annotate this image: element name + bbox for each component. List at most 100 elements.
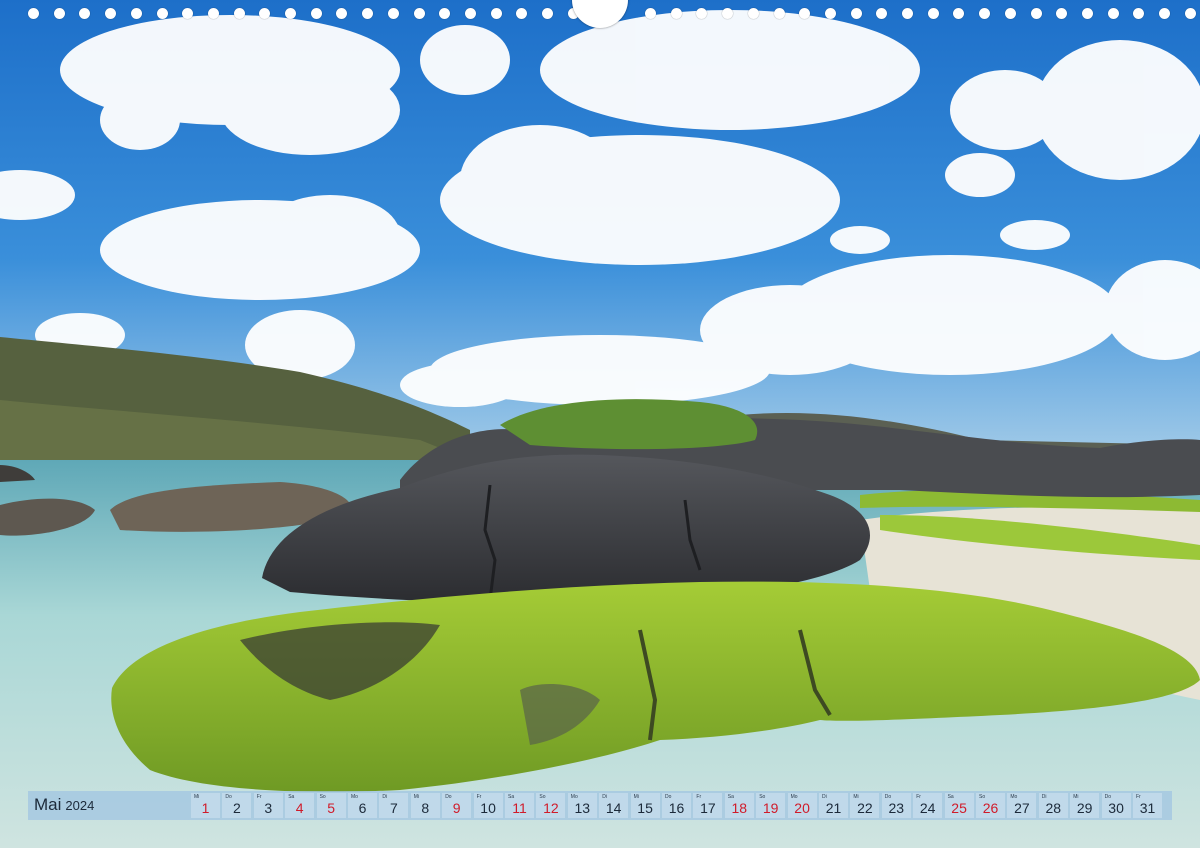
- day-number: 7: [389, 800, 398, 816]
- binding-hole: [670, 8, 682, 19]
- day-cell: Mi 29: [1070, 793, 1100, 818]
- binding-hole: [413, 8, 425, 19]
- day-number: 28: [1045, 800, 1062, 816]
- day-cell: Mo 13: [567, 793, 597, 818]
- day-cell: Fr 3: [253, 793, 283, 818]
- day-number: 4: [295, 800, 304, 816]
- binding-hole: [362, 8, 374, 19]
- binding-hole: [1133, 8, 1145, 19]
- day-number: 18: [731, 800, 748, 816]
- day-number: 27: [1014, 800, 1030, 816]
- day-number: 5: [327, 800, 335, 816]
- day-cell: Mo 20: [787, 793, 817, 818]
- binding-hole: [439, 8, 451, 19]
- day-cell: Mi 15: [630, 793, 660, 818]
- day-cell: Do 16: [662, 793, 691, 818]
- binding-hole: [1107, 8, 1119, 19]
- day-cell: Di 21: [819, 793, 848, 818]
- day-number: 31: [1139, 800, 1156, 816]
- day-number: 3: [264, 800, 273, 816]
- binding-hole: [953, 8, 965, 19]
- binding-hole: [490, 8, 502, 19]
- day-number: 20: [794, 800, 810, 816]
- binding-hole: [156, 8, 168, 19]
- day-cell: Mo 27: [1007, 793, 1037, 818]
- day-number: 26: [982, 800, 999, 816]
- month-year: 2024: [65, 798, 95, 813]
- day-cell: Sa 11: [505, 793, 534, 818]
- day-number: 16: [668, 800, 685, 816]
- day-number: 14: [605, 800, 622, 816]
- binding-hole: [28, 8, 39, 19]
- day-cell: Sa 4: [285, 793, 315, 818]
- binding-hole: [336, 8, 348, 19]
- day-cell: Mi 1: [191, 793, 220, 818]
- day-number: 1: [201, 800, 210, 816]
- day-cell: Do 23: [881, 793, 911, 818]
- day-number: 8: [421, 800, 430, 816]
- binding-hole: [1030, 8, 1042, 19]
- day-cell: Sa 18: [724, 793, 754, 818]
- day-number: 15: [637, 800, 653, 816]
- binding-hole: [799, 8, 811, 19]
- day-cell: So 12: [536, 793, 566, 818]
- binding-hole: [722, 8, 734, 19]
- binding-hole: [542, 8, 553, 19]
- binding-hole: [645, 8, 656, 19]
- binding-hole: [207, 8, 219, 19]
- day-cell: Sa 25: [944, 793, 974, 818]
- binding-hole: [105, 8, 117, 19]
- day-number: 25: [951, 800, 967, 816]
- day-cell: Fr 24: [913, 793, 943, 818]
- binding-hole: [233, 8, 245, 19]
- day-number: 17: [700, 800, 716, 816]
- binding-hole: [53, 8, 65, 19]
- binding-hole: [850, 8, 862, 19]
- binding-hole: [1081, 8, 1093, 19]
- day-cell: So 19: [756, 793, 786, 818]
- binding-hole: [130, 8, 142, 19]
- day-cell: Do 30: [1101, 793, 1131, 818]
- day-cell: Di 28: [1038, 793, 1068, 818]
- binding-hole: [79, 8, 91, 19]
- day-cell: Mi 8: [410, 793, 440, 818]
- day-number: 2: [232, 800, 241, 816]
- day-number: 24: [919, 800, 936, 816]
- day-number: 13: [574, 800, 591, 816]
- binding-hole: [387, 8, 399, 19]
- day-cell: Do 2: [222, 793, 252, 818]
- day-cell: Di 7: [379, 793, 409, 818]
- binding-hole: [824, 8, 836, 19]
- binding-hole: [310, 8, 322, 19]
- binding-hole: [902, 8, 913, 19]
- day-number: 21: [825, 800, 842, 816]
- landscape-photo: [0, 0, 1200, 848]
- binding-hole: [1184, 8, 1196, 19]
- day-number: 22: [857, 800, 873, 816]
- binding-hole: [285, 8, 296, 19]
- day-cell: So 5: [316, 793, 346, 818]
- day-number: 19: [762, 800, 779, 816]
- binding-hole: [182, 8, 194, 19]
- day-number: 23: [888, 800, 905, 816]
- day-number: 9: [452, 800, 461, 816]
- day-number: 6: [358, 800, 367, 816]
- day-cell: Fr 31: [1133, 793, 1162, 818]
- binding-hole: [876, 8, 888, 19]
- day-number: 30: [1108, 800, 1124, 816]
- day-cell: Do 9: [442, 793, 472, 818]
- day-cell: Fr 10: [473, 793, 503, 818]
- day-number: 29: [1076, 800, 1093, 816]
- day-number: 10: [480, 800, 496, 816]
- day-cell: Fr 17: [693, 793, 723, 818]
- binding-hole: [1056, 8, 1068, 19]
- month-name: Mai: [34, 795, 62, 814]
- calendar-bar: Mai 2024 Mi 1 Do 2 Fr 3 Sa 4 So 5 Mo 6 Di 7 Mi 8 Do 9 Fr 10 S…: [28, 791, 1172, 820]
- day-number: 12: [543, 800, 559, 816]
- binding-hole: [927, 8, 939, 19]
- binding-hole: [464, 8, 476, 19]
- binding-hole: [516, 8, 528, 19]
- day-cell: Mi 22: [850, 793, 880, 818]
- month-label: Mai 2024: [34, 795, 94, 817]
- day-cell: Mo 6: [348, 793, 377, 818]
